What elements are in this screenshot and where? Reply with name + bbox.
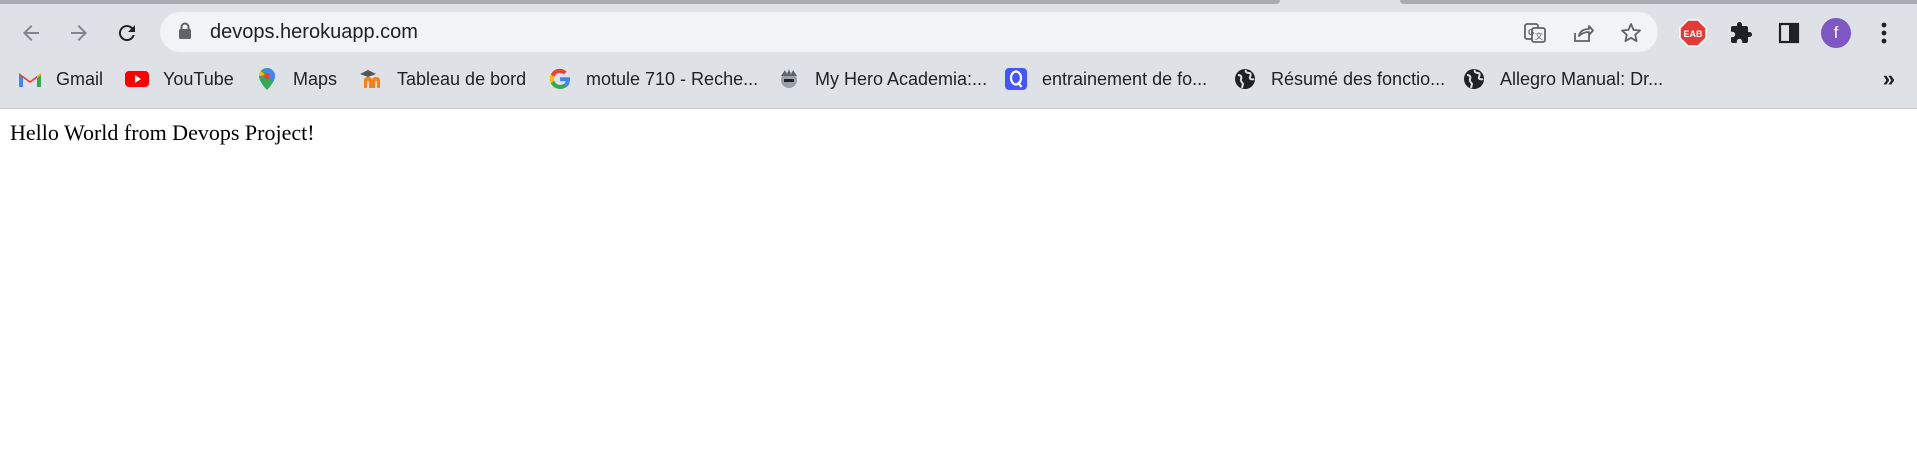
three-dots-vertical-icon [1881, 22, 1887, 44]
bookmark-quizlet[interactable]: entrainement de fo... [1004, 60, 1207, 98]
bookmark-resume-des-fonctions[interactable]: Résumé des fonctio... [1233, 60, 1445, 98]
bookmark-label: entrainement de fo... [1042, 68, 1208, 89]
google-icon [548, 67, 572, 91]
inactive-tab-edge[interactable] [1400, 0, 1917, 4]
bookmark-tableau-de-bord[interactable]: Tableau de bord [359, 60, 526, 98]
avatar-initial: f [1833, 23, 1839, 42]
arrow-right-icon [71, 25, 87, 41]
browser-menu-button[interactable] [1867, 16, 1901, 50]
puzzle-piece-icon [1731, 22, 1752, 43]
bookmark-label: Tableau de bord [397, 68, 527, 89]
globe-icon [1233, 67, 1257, 91]
translate-icon[interactable]: G文 [1522, 20, 1548, 46]
bookmark-label: Maps [293, 68, 338, 89]
forward-button[interactable] [62, 16, 96, 50]
reload-button[interactable] [110, 16, 144, 50]
quizlet-icon [1004, 67, 1028, 91]
bookmark-label: motule 710 - Reche... [586, 68, 759, 89]
share-icon[interactable] [1570, 20, 1596, 46]
bookmarks-bar: Gmail YouTube Maps Tableau de bord motul… [0, 60, 1917, 109]
avatar: f [1821, 18, 1851, 48]
active-tab-edge[interactable] [0, 0, 1280, 4]
browser-toolbar: devops.herokuapp.com G文 EAB f [0, 5, 1917, 60]
back-button[interactable] [14, 16, 48, 50]
url-text[interactable]: devops.herokuapp.com [210, 12, 418, 52]
gmail-icon [18, 67, 42, 91]
bookmark-label: Résumé des fonctio... [1271, 68, 1446, 89]
bookmark-label: Gmail [56, 68, 104, 89]
side-panel-button[interactable] [1772, 16, 1806, 50]
reload-icon [118, 25, 135, 42]
moodle-icon [359, 67, 383, 91]
maps-icon [255, 67, 279, 91]
address-bar[interactable]: devops.herokuapp.com G文 [160, 12, 1658, 52]
bookmark-label: YouTube [163, 68, 234, 89]
bookmark-label: Allegro Manual: Dr... [1500, 68, 1664, 89]
globe-icon [1462, 67, 1486, 91]
bookmark-label: My Hero Academia:... [815, 68, 988, 89]
page-body-text: Hello World from Devops Project! [10, 120, 315, 145]
side-panel-icon [1778, 22, 1800, 44]
extensions-button[interactable] [1724, 16, 1758, 50]
lock-icon [178, 22, 192, 45]
bookmark-allegro-manual[interactable]: Allegro Manual: Dr... [1462, 60, 1663, 98]
bookmark-gmail[interactable]: Gmail [18, 60, 103, 98]
anime-icon [777, 67, 801, 91]
stop-sign-icon: EAB [1679, 19, 1707, 47]
bookmarks-overflow-button[interactable]: » [1883, 66, 1895, 92]
svg-text:G: G [1528, 28, 1534, 37]
bookmark-star-icon[interactable] [1618, 20, 1644, 46]
profile-button[interactable]: f [1819, 16, 1853, 50]
adblock-extension-button[interactable]: EAB [1676, 16, 1710, 50]
svg-text:EAB: EAB [1683, 29, 1703, 39]
youtube-icon [125, 67, 149, 91]
bookmark-google-search[interactable]: motule 710 - Reche... [548, 60, 758, 98]
arrow-left-icon [23, 25, 39, 41]
svg-text:文: 文 [1535, 31, 1543, 41]
bookmark-my-hero-academia[interactable]: My Hero Academia:... [777, 60, 987, 98]
bookmark-maps[interactable]: Maps [255, 60, 337, 98]
bookmark-youtube[interactable]: YouTube [125, 60, 234, 98]
